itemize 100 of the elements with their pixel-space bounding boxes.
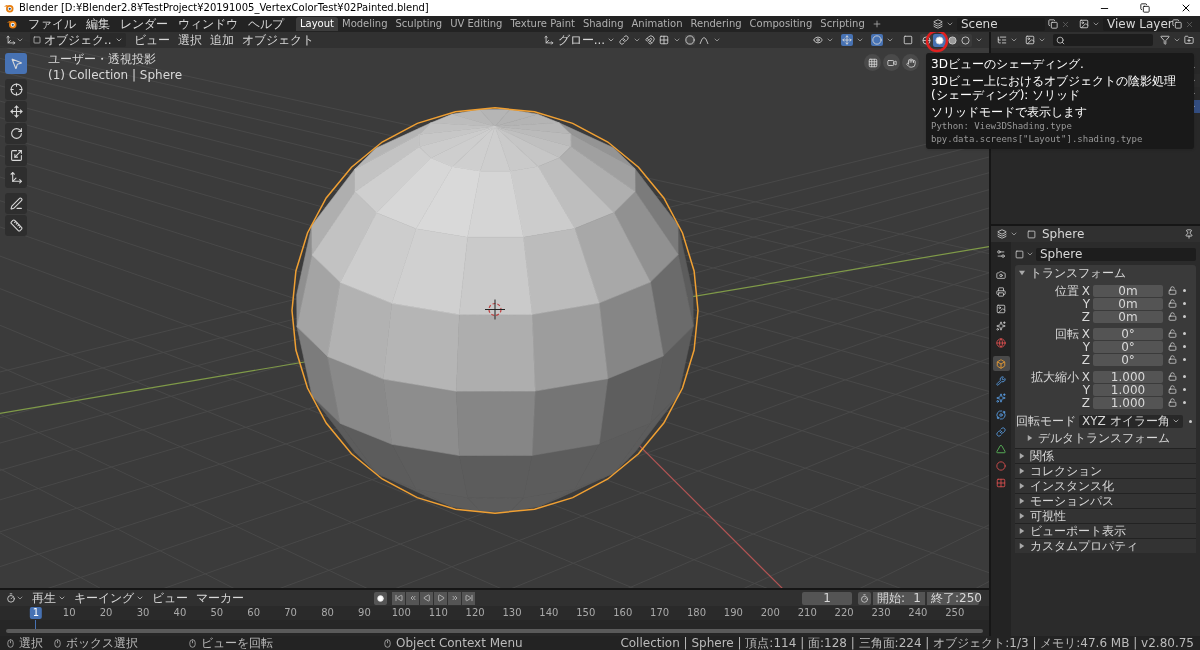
view-layer-icon[interactable] (1079, 19, 1089, 29)
workspace-tab[interactable]: Modeling (338, 17, 392, 31)
caret-icon[interactable] (1038, 36, 1046, 44)
scrollbar[interactable] (6, 629, 983, 633)
number-field[interactable]: 0° (1093, 340, 1163, 353)
tool-button[interactable] (5, 101, 27, 122)
restore-icon[interactable] (1140, 3, 1150, 13)
collapsed-triangle-icon[interactable] (1019, 513, 1025, 519)
caret-icon[interactable] (713, 36, 722, 44)
lock-icon[interactable] (1168, 372, 1177, 381)
tool-button[interactable] (5, 123, 27, 144)
playback-button[interactable] (434, 591, 447, 605)
panel-header[interactable]: インスタンス化 (1015, 478, 1196, 493)
record-button[interactable] (374, 591, 387, 605)
search-field[interactable] (1053, 34, 1153, 46)
new-collection-icon[interactable] (1184, 35, 1194, 45)
view-layer-icon[interactable] (1025, 35, 1035, 45)
shading-button[interactable] (959, 33, 972, 47)
lock-icon[interactable] (1168, 385, 1177, 394)
proportional-edit-icon[interactable] (685, 35, 696, 45)
pan-button[interactable] (902, 54, 919, 71)
playback-button[interactable] (462, 591, 475, 605)
playback-button[interactable] (420, 591, 433, 605)
menu-item[interactable]: ビュー (152, 592, 188, 604)
collapsed-triangle-icon[interactable] (1019, 483, 1025, 489)
caret-icon[interactable] (16, 36, 24, 44)
pin-icon[interactable] (1184, 229, 1194, 239)
lock-icon[interactable] (1168, 329, 1177, 338)
caret-icon[interactable] (16, 594, 24, 602)
snap-target-icon[interactable] (659, 35, 670, 45)
workspace-tab[interactable]: Scripting (816, 17, 869, 31)
workspace-tab[interactable]: Layout (296, 17, 338, 31)
tool-button[interactable] (5, 145, 27, 166)
caret-icon[interactable] (1026, 250, 1034, 258)
panel-header[interactable]: 関係 (1015, 448, 1196, 463)
workspace-tab[interactable]: Animation (627, 17, 687, 31)
collapsed-triangle-icon[interactable] (1019, 528, 1025, 534)
editor-type-icon[interactable] (6, 593, 16, 603)
filter-icon[interactable] (1160, 35, 1170, 45)
number-field[interactable]: 0m (1093, 310, 1163, 323)
caret-icon[interactable] (633, 36, 642, 44)
menu-dropdown[interactable]: 再生 (32, 592, 66, 604)
gizmo-button[interactable] (841, 34, 853, 46)
panel-header[interactable]: カスタムプロパティ (1015, 538, 1196, 553)
collapsed-triangle-icon[interactable] (1027, 435, 1033, 441)
start-frame-field[interactable]: 開始: 1 (873, 591, 925, 605)
scene-field[interactable]: Scene (957, 17, 1045, 31)
camera-view-button[interactable] (883, 54, 900, 71)
falloff-icon[interactable] (699, 35, 710, 45)
xray-icon[interactable] (903, 35, 913, 45)
workspace-tab[interactable]: UV Editing (446, 17, 507, 31)
menu-item[interactable]: レンダー (116, 18, 172, 30)
blender-logo-icon[interactable] (6, 18, 18, 30)
mesh-object-icon[interactable] (1015, 249, 1024, 259)
name-field[interactable]: Sphere (1036, 247, 1196, 261)
orientation-icon[interactable] (543, 35, 554, 45)
caret-icon[interactable] (673, 36, 682, 44)
preview-range-button[interactable] (858, 591, 871, 605)
playback-button[interactable] (448, 591, 461, 605)
expanded-triangle-icon[interactable] (1019, 269, 1025, 276)
menu-item[interactable]: ウィンドウ (174, 18, 242, 30)
playback-button[interactable] (406, 591, 419, 605)
collapsed-triangle-icon[interactable] (1019, 543, 1025, 549)
panel-header[interactable]: 可視性 (1015, 508, 1196, 523)
scene-icon[interactable] (933, 19, 943, 29)
number-field[interactable]: 0° (1093, 353, 1163, 366)
menu-item[interactable]: 編集 (82, 18, 114, 30)
caret-icon[interactable] (1092, 20, 1100, 28)
snap-icon[interactable] (645, 35, 656, 45)
overlay-button[interactable] (871, 34, 883, 46)
playback-button[interactable] (392, 591, 405, 605)
menu-item[interactable]: 選択 (177, 34, 202, 46)
visibility-icon[interactable] (813, 35, 823, 45)
lock-icon[interactable] (1168, 342, 1177, 351)
caret-icon[interactable] (886, 36, 894, 44)
menu-item[interactable]: マーカー (196, 592, 244, 604)
menu-item[interactable]: ビュー (133, 34, 170, 46)
workspace-tab[interactable]: Texture Paint (506, 17, 579, 31)
number-field[interactable]: 1.000 (1093, 396, 1163, 409)
collapsed-triangle-icon[interactable] (1019, 453, 1025, 459)
add-workspace-icon[interactable] (871, 19, 882, 29)
current-frame-marker[interactable]: 1 (29, 607, 43, 619)
workspace-tab[interactable]: Sculpting (391, 17, 447, 31)
caret-icon[interactable] (856, 36, 864, 44)
workspace-tab[interactable]: Shading (578, 17, 628, 31)
lock-icon[interactable] (1168, 286, 1177, 295)
lock-icon[interactable] (1168, 398, 1177, 407)
number-field[interactable]: 0m (1093, 297, 1163, 310)
editor-type-icon[interactable] (997, 229, 1007, 239)
caret-icon[interactable] (826, 36, 834, 44)
menu-item[interactable]: オブジェクト (241, 34, 314, 46)
panel-header[interactable]: コレクション (1015, 463, 1196, 478)
number-field[interactable]: 1.000 (1093, 370, 1163, 383)
collapsed-triangle-icon[interactable] (1019, 468, 1025, 474)
rotation-mode-dropdown[interactable]: XYZ オイラー角 (1079, 414, 1183, 428)
copy-icon[interactable] (1048, 19, 1058, 29)
perspective-button[interactable] (864, 54, 881, 71)
caret-icon[interactable] (975, 36, 983, 44)
menu-item[interactable]: ヘルプ (244, 18, 288, 30)
display-mode-icon[interactable] (997, 35, 1007, 45)
